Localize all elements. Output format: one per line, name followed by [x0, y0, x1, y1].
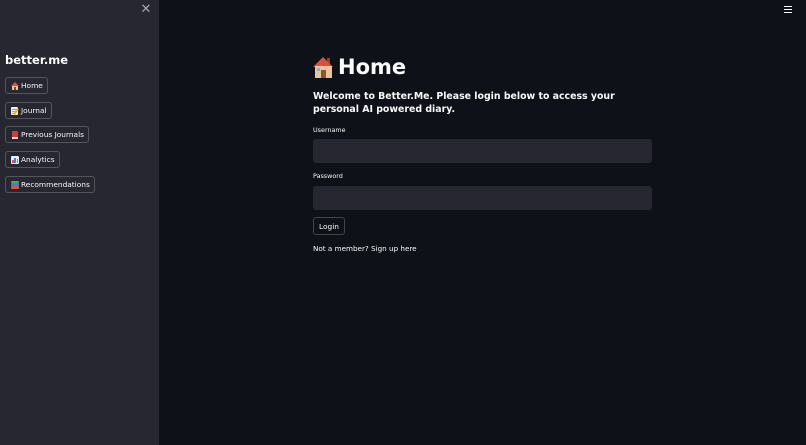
sidebar-item-journal[interactable]: Journal: [5, 102, 52, 119]
password-label: Password: [313, 172, 343, 180]
page-title: Home: [313, 55, 406, 79]
page-title-text: Home: [338, 55, 407, 79]
house-icon: [313, 56, 334, 78]
sidebar: ✕ better.me Home Journal Previous Journa…: [0, 0, 159, 445]
password-input[interactable]: [313, 186, 652, 210]
sidebar-item-recommendations[interactable]: Recommendations: [5, 176, 95, 193]
signup-text: Not a member? Sign up here: [313, 244, 417, 253]
sidebar-item-label: Home: [21, 81, 43, 90]
bar-chart-icon: [11, 155, 19, 164]
sidebar-item-label: Analytics: [21, 155, 55, 164]
memo-icon: [11, 106, 19, 115]
sidebar-item-previous-journals[interactable]: Previous Journals: [5, 126, 89, 143]
sidebar-item-label: Journal: [21, 106, 47, 115]
books-icon: [11, 180, 19, 189]
signup-prefix: Not a member?: [313, 244, 369, 253]
username-label: Username: [313, 126, 346, 134]
sidebar-item-home[interactable]: Home: [5, 77, 48, 94]
login-button[interactable]: Login: [313, 217, 345, 235]
sidebar-brand: better.me: [5, 53, 69, 67]
app-window: ✕ better.me Home Journal Previous Journa…: [0, 0, 806, 445]
close-sidebar-icon[interactable]: ✕: [139, 3, 153, 17]
signup-link[interactable]: Sign up here: [371, 244, 417, 253]
main-content: Home Welcome to Better.Me. Please login …: [159, 0, 806, 445]
username-input[interactable]: [313, 139, 652, 163]
sidebar-item-analytics[interactable]: Analytics: [5, 151, 60, 168]
sidebar-item-label: Previous Journals: [21, 130, 84, 139]
welcome-message: Welcome to Better.Me. Please login below…: [313, 91, 615, 115]
hamburger-menu-icon[interactable]: [784, 6, 792, 14]
book-icon: [11, 130, 19, 139]
house-icon: [11, 81, 19, 90]
sidebar-item-label: Recommendations: [21, 180, 90, 189]
